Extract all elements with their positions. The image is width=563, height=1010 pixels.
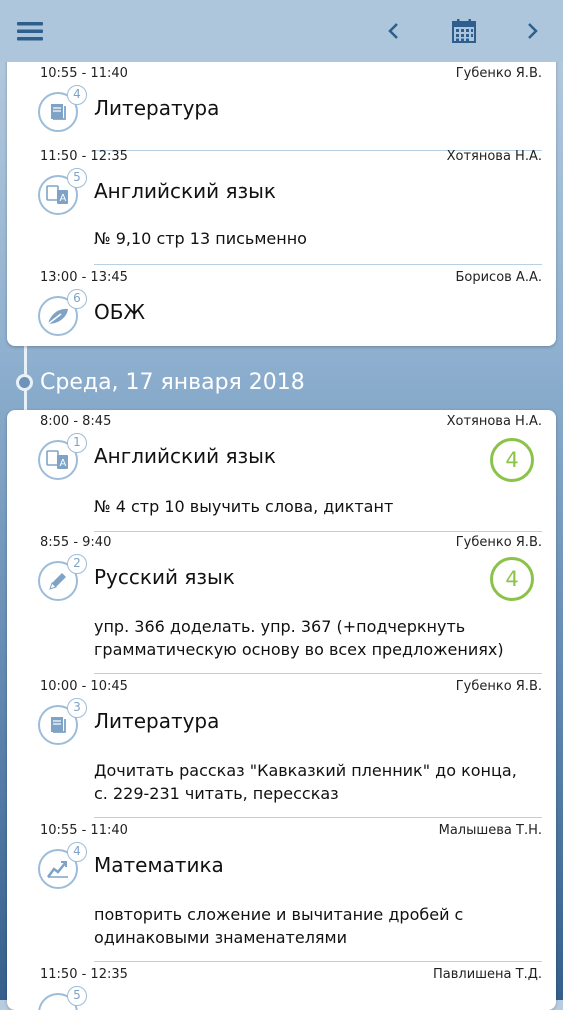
previous-week-button[interactable] (378, 0, 408, 62)
lesson-homework-line: одинаковыми знаменателями (94, 928, 348, 947)
book-icon (51, 104, 66, 120)
lesson-subject: Русский язык (94, 565, 235, 589)
lesson-time: 8:55 - 9:40 (40, 535, 112, 550)
lesson-time: 13:00 - 13:45 (40, 270, 128, 285)
lesson-item[interactable]: 11:50 - 12:35 Хотянова Н.А. A 5 Английск… (7, 147, 556, 267)
next-week-button[interactable] (518, 0, 548, 62)
lesson-time: 10:00 - 10:45 (40, 679, 128, 694)
lesson-homework: № 4 стр 10 выучить слова, диктант (94, 497, 394, 516)
calendar-icon (452, 19, 476, 43)
lesson-number: 4 (67, 85, 87, 105)
lesson-icon: 5 (38, 986, 88, 1010)
lesson-icon: A 5 (38, 168, 88, 216)
divider (94, 961, 542, 962)
grade-badge[interactable]: 4 (490, 557, 534, 601)
lesson-time: 8:00 - 8:45 (40, 414, 112, 429)
lesson-subject: Английский язык (94, 444, 277, 468)
lesson-subject: ОБЖ (94, 300, 146, 324)
lesson-item[interactable]: 8:55 - 9:40 Губенко Я.В. 2 Русский язык … (7, 533, 556, 675)
lesson-time: 11:50 - 12:35 (40, 967, 128, 982)
chevron-right-icon (528, 23, 538, 39)
lesson-item[interactable]: 8:00 - 8:45 Хотянова Н.А. A 1 Английский… (7, 412, 556, 532)
lesson-homework-line: упр. 366 доделать. упр. 367 (+подчеркнут… (94, 617, 466, 636)
lesson-number: 3 (67, 698, 87, 718)
lesson-number: 4 (67, 842, 87, 862)
svg-text:A: A (60, 193, 67, 204)
lesson-number: 6 (67, 289, 87, 309)
book-icon (51, 717, 66, 733)
svg-text:A: A (60, 458, 67, 469)
divider (94, 264, 542, 265)
lesson-time: 10:55 - 11:40 (40, 66, 128, 81)
divider (94, 817, 542, 818)
day-card: 8:00 - 8:45 Хотянова Н.А. A 1 Английский… (7, 410, 556, 1010)
lesson-icon: 4 (38, 842, 88, 890)
day-card: 10:55 - 11:40 Губенко Я.В. 4 Литература … (7, 56, 556, 346)
top-app-bar (0, 0, 563, 62)
lesson-icon: 6 (38, 289, 88, 337)
lesson-icon: A 1 (38, 433, 88, 481)
leaf-icon (47, 308, 68, 325)
lesson-teacher: Павлишена Т.Д. (432, 967, 542, 982)
lesson-subject: Литература (94, 96, 220, 120)
lesson-number: 1 (67, 433, 87, 453)
lesson-homework-line: повторить сложение и вычитание дробей с (94, 905, 464, 924)
divider (94, 531, 542, 532)
lesson-homework-line: с. 229-231 читать, перессказ (94, 784, 339, 803)
lesson-teacher: Губенко Я.В. (455, 535, 542, 550)
lesson-number: 2 (67, 554, 87, 574)
lesson-icon: 4 (38, 85, 88, 133)
lesson-subject: Литература (94, 709, 220, 733)
calendar-button[interactable] (442, 0, 486, 62)
timeline-dot (16, 374, 33, 391)
pencil-icon (49, 573, 66, 590)
hamburger-icon (17, 22, 43, 41)
lesson-number: 5 (67, 986, 87, 1006)
lesson-homework: № 9,10 стр 13 письменно (94, 229, 307, 248)
lesson-item[interactable]: 10:55 - 11:40 Губенко Я.В. 4 Литература (7, 64, 556, 151)
lesson-homework-line: грамматическую основу во всех предложени… (94, 640, 504, 659)
translate-icon: A (46, 450, 68, 469)
lesson-teacher: Губенко Я.В. (455, 679, 542, 694)
lesson-item[interactable]: 13:00 - 13:45 Борисов А.А. 6 ОБЖ (7, 268, 556, 346)
lesson-icon: 3 (38, 698, 88, 746)
grade-badge[interactable]: 4 (490, 438, 534, 482)
lesson-item[interactable]: 11:50 - 12:35 Павлишена Т.Д. 5 (7, 965, 556, 1010)
lesson-time: 10:55 - 11:40 (40, 823, 128, 838)
lesson-teacher: Губенко Я.В. (455, 66, 542, 81)
translate-icon: A (46, 185, 68, 204)
lesson-icon: 2 (38, 554, 88, 602)
lesson-subject: Математика (94, 853, 224, 877)
lesson-teacher: Хотянова Н.А. (446, 414, 542, 429)
lesson-homework-line: Дочитать рассказ "Кавказкий пленник" до … (94, 761, 517, 780)
lesson-item[interactable]: 10:55 - 11:40 Малышева Т.Н. 4 Математика… (7, 821, 556, 963)
day-header: Среда, 17 января 2018 (40, 370, 305, 395)
lesson-teacher: Малышева Т.Н. (438, 823, 542, 838)
lesson-time: 11:50 - 12:35 (40, 149, 128, 164)
divider (94, 673, 542, 674)
lesson-item[interactable]: 10:00 - 10:45 Губенко Я.В. 3 Литература … (7, 677, 556, 819)
lesson-teacher: Борисов А.А. (455, 270, 542, 285)
lesson-subject: Английский язык (94, 179, 277, 203)
chevron-left-icon (388, 23, 398, 39)
chart-icon (47, 861, 68, 878)
menu-button[interactable] (10, 0, 50, 62)
lesson-number: 5 (67, 168, 87, 188)
lesson-teacher: Хотянова Н.А. (446, 149, 542, 164)
